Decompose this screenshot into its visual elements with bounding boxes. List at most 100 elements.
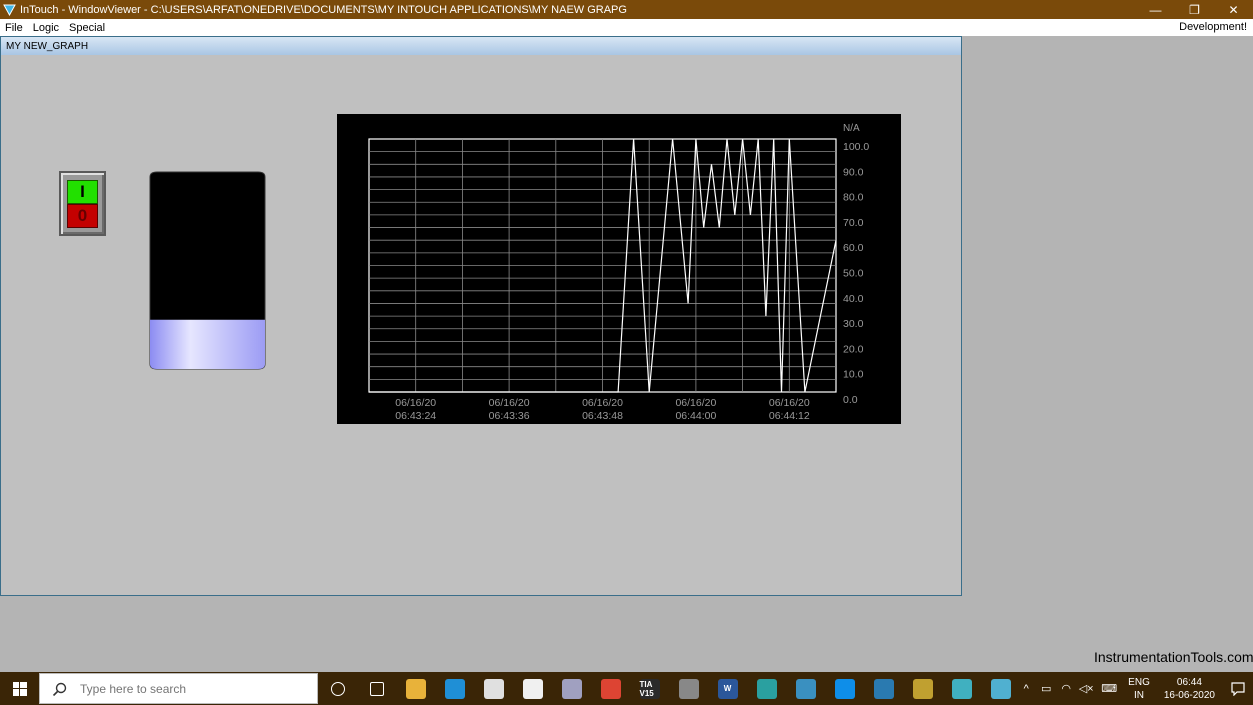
word-icon[interactable]: W [708,672,747,705]
app2-icon-glyph [756,678,777,699]
y-tick-label: 20.0 [843,343,864,355]
app5-icon[interactable] [903,672,942,705]
x-tick-time: 06:43:24 [395,410,436,422]
window-title: InTouch - WindowViewer - C:\USERS\ARFAT\… [20,3,627,16]
word-icon-glyph: W [717,678,738,699]
tool-icon[interactable] [669,672,708,705]
y-tick-label: 10.0 [843,369,864,381]
trend-chart: 100.0 90.0 80.0 70.0 60.0 50.0 40.0 30.0 20.0 10.… [337,114,901,424]
intouch-icon-glyph [951,678,972,699]
cortana-icon[interactable] [318,672,357,705]
tank-level-fill [150,319,265,369]
title-bar: InTouch - WindowViewer - C:\USERS\ARFAT\… [0,0,1253,19]
y-tick-label: 60.0 [843,242,864,254]
system-tray: ^ ▭ ◠ ◁× ⌨ ENG IN 06:44 16-06-2020 [1016,672,1253,705]
x-tick-date: 06/16/20 [582,397,623,409]
minimize-button[interactable]: — [1136,0,1175,19]
viewer-background [962,36,1253,672]
edge-icon-glyph [444,678,465,699]
chart-grid [369,139,836,392]
tia-portal-icon-glyph: TIA V15 [639,678,660,699]
taskbar: TIA V15 W ^ ▭ ◠ ◁× ⌨ ENG IN 06:44 16-06-2… [0,672,1253,705]
y-tick-label: 80.0 [843,192,864,204]
clock-time: 06:44 [1176,676,1202,688]
file-explorer-icon[interactable] [396,672,435,705]
unit-label: N/A [843,123,860,134]
chrome-icon[interactable] [591,672,630,705]
search-input[interactable] [80,681,310,696]
store-icon[interactable] [474,672,513,705]
x-tick-date: 06/16/20 [675,397,716,409]
graphic-window: MY NEW_GRAPH I 0 100.0 90.0 80.0 70.0 60.0 50… [0,36,962,596]
y-tick-label: 90.0 [843,166,864,178]
tia-portal-icon[interactable]: TIA V15 [630,672,669,705]
app-icon-glyph [561,678,582,699]
intouch-app-icon [3,4,16,16]
y-tick-label: 70.0 [843,217,864,229]
windows-icon [12,681,27,696]
start-button[interactable] [0,672,39,705]
switch-off-button[interactable]: 0 [67,204,98,228]
volume-muted-icon[interactable]: ◁× [1076,682,1096,695]
app-icon[interactable] [552,672,591,705]
notifications-button[interactable] [1223,672,1253,705]
file-explorer-icon-glyph [405,678,426,699]
x-tick-time: 06:44:00 [675,410,716,422]
region-code: IN [1134,689,1144,701]
graphic-window-title: MY NEW_GRAPH [1,37,961,55]
app5-icon-glyph [912,678,933,699]
windowviewer-icon-glyph [990,678,1011,699]
app2-icon[interactable] [747,672,786,705]
y-tick-label: 40.0 [843,293,864,305]
x-tick-date: 06/16/20 [395,397,436,409]
x-tick-date: 06/16/20 [489,397,530,409]
cortana-icon-glyph [330,681,345,696]
tank [149,171,266,370]
y-tick-labels: 100.0 90.0 80.0 70.0 60.0 50.0 40.0 30.0 20.0 10.… [843,141,869,406]
x-tick-date: 06/16/20 [769,397,810,409]
task-view-icon[interactable] [357,672,396,705]
clock-date: 16-06-2020 [1163,689,1215,701]
x-tick-time: 06:43:48 [582,410,623,422]
taskbar-clock[interactable]: 06:44 16-06-2020 [1164,676,1215,702]
app4-icon[interactable] [864,672,903,705]
app4-icon-glyph [873,678,894,699]
menu-special[interactable]: Special [64,22,110,34]
x-tick-time: 06:44:12 [769,410,810,422]
app3-icon[interactable] [786,672,825,705]
switch-on-button[interactable]: I [67,180,98,204]
app3-icon-glyph [795,678,816,699]
notification-icon [1231,681,1245,696]
edge-icon[interactable] [435,672,474,705]
intouch-icon[interactable] [942,672,981,705]
menu-bar: File Logic Special Development! [0,19,1253,36]
y-tick-label: 50.0 [843,268,864,280]
viewer-background-bottom [0,596,962,672]
close-button[interactable]: ✕ [1214,0,1253,19]
menu-file[interactable]: File [0,22,28,34]
mail-icon-glyph [522,678,543,699]
windowviewer-icon[interactable] [981,672,1020,705]
window-controls: — ❐ ✕ [1136,0,1253,19]
development-link[interactable]: Development! [1179,21,1247,33]
battery-icon[interactable]: ▭ [1036,682,1056,695]
keyboard-icon[interactable]: ⌨ [1096,682,1122,695]
teamviewer-icon[interactable] [825,672,864,705]
chevron-up-icon[interactable]: ^ [1016,683,1036,695]
taskbar-search-box[interactable] [39,673,318,704]
mail-icon[interactable] [513,672,552,705]
on-off-switch[interactable]: I 0 [59,171,106,236]
tool-icon-glyph [678,678,699,699]
y-tick-label: 100.0 [843,141,869,153]
task-view-icon-glyph [369,681,384,696]
restore-button[interactable]: ❐ [1175,0,1214,19]
search-icon [52,682,67,696]
language-code: ENG [1128,676,1150,688]
menu-logic[interactable]: Logic [28,22,64,34]
y-tick-label: 0.0 [843,394,858,406]
watermark: InstrumentationTools.com [1094,649,1253,665]
wifi-icon[interactable]: ◠ [1056,682,1076,695]
x-tick-labels: 06/16/2006:43:2406/16/2006:43:3606/16/20… [395,397,810,422]
x-tick-time: 06:43:36 [489,410,530,422]
language-indicator[interactable]: ENG IN [1128,676,1150,702]
